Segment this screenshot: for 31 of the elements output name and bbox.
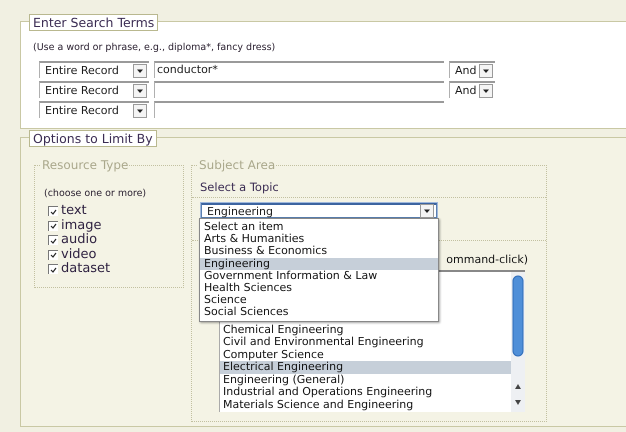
checkbox-label: audio [61, 233, 98, 248]
list-item[interactable]: Engineering (General) [220, 374, 511, 386]
topic-select[interactable]: Engineering [201, 203, 437, 218]
list-item[interactable]: Chemical Engineering [220, 324, 511, 336]
list-item[interactable]: Civil and Environmental Engineering [220, 336, 511, 348]
topic-label: Select a Topic [199, 179, 280, 196]
field-select[interactable]: Entire Record [39, 61, 149, 78]
menu-item[interactable]: Engineering [200, 258, 438, 270]
panel-legend: Enter Search Terms [29, 14, 158, 31]
list-item[interactable]: Computer Science [220, 348, 511, 361]
search-input[interactable]: conductor* [154, 61, 444, 78]
operator-select[interactable]: And [449, 81, 495, 98]
menu-item[interactable]: Select an item [200, 221, 438, 234]
list-item[interactable]: Electrical Engineering [220, 361, 511, 374]
choose-hint: (choose one or more) [43, 187, 148, 201]
field-select[interactable]: Entire Record [39, 101, 149, 118]
operator-select[interactable]: And [449, 61, 495, 78]
group-legend: Resource Type [41, 158, 130, 173]
checkbox-label: image [61, 218, 102, 233]
subtopic-hint: ommand-click) [446, 253, 528, 266]
menu-item[interactable]: Business & Economics [200, 245, 438, 258]
field-select[interactable]: Entire Record [39, 81, 149, 98]
checkbox-label: video [61, 248, 97, 262]
checkbox-label: dataset [61, 262, 110, 276]
list-item[interactable]: Materials Science and Engineering [220, 398, 511, 411]
checkbox-label: text [61, 204, 87, 218]
group-legend: Subject Area [198, 158, 276, 173]
panel-legend: Options to Limit By [29, 130, 157, 147]
search-hint: (Use a word or phrase, e.g., diploma*, fancy dress) [33, 42, 276, 53]
menu-item[interactable]: Arts & Humanities [200, 233, 438, 246]
list-item[interactable]: Industrial and Operations Engineering [220, 386, 511, 398]
